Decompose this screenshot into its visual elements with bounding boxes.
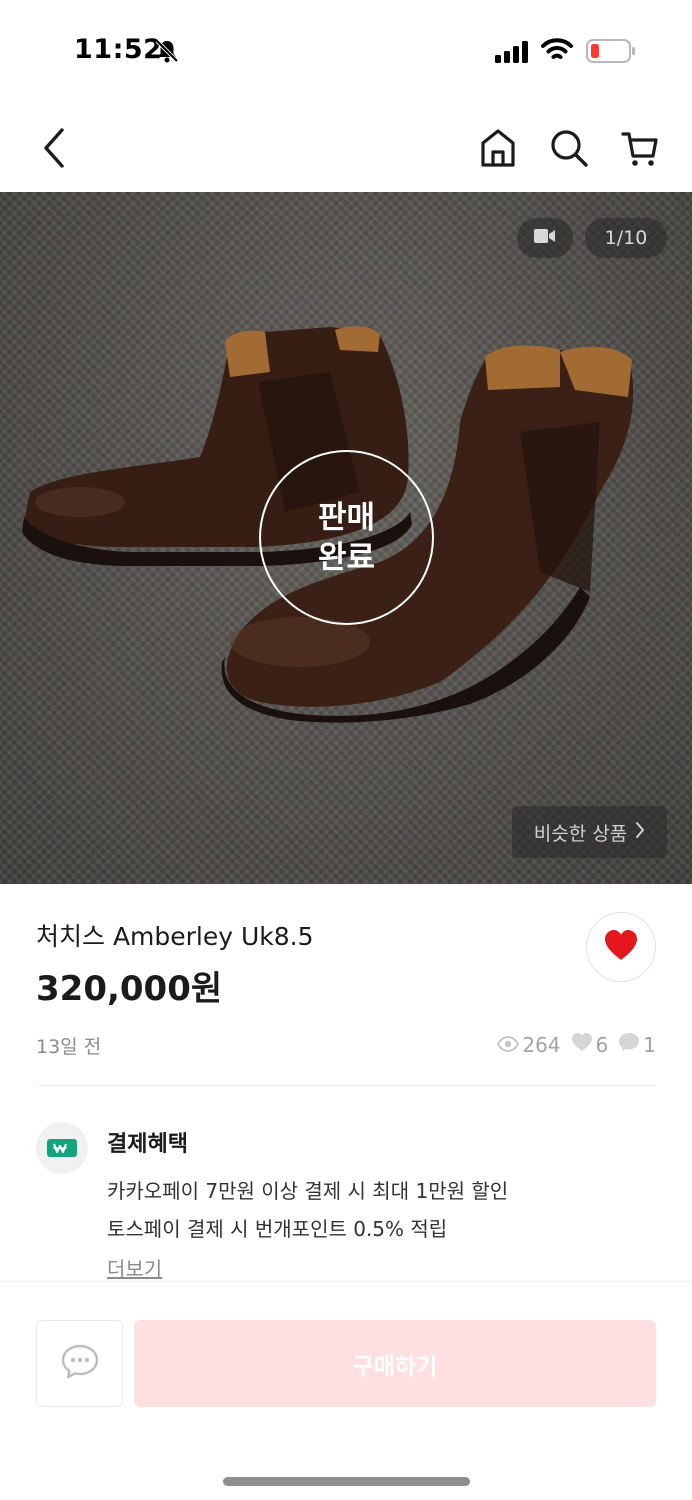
similar-products-button[interactable]: 비슷한 상품 [512,806,667,858]
section-divider [36,1085,656,1086]
view-count: 264 [497,1032,561,1057]
sold-out-label: 판매 완료 [317,499,376,576]
video-icon [534,228,556,248]
posted-time: 13일 전 [36,1036,102,1058]
search-icon[interactable] [548,126,590,174]
home-icon[interactable] [478,126,518,174]
product-title: 처치스 Amberley Uk8.5 [36,922,314,951]
status-bar: 11:52 [0,0,692,100]
buy-button[interactable]: 구매하기 [134,1320,656,1407]
back-arrow-icon[interactable] [38,126,72,174]
see-more-link[interactable]: 더보기 [107,1253,162,1282]
eye-icon [497,1033,520,1057]
battery-low-icon [586,39,636,67]
chat-count-value: 1 [643,1032,656,1057]
heart-icon [603,929,639,965]
status-time: 11:52 [74,34,163,65]
bell-off-icon [154,38,180,68]
pay-badge-icon [36,1122,88,1174]
cart-icon[interactable] [620,126,660,174]
video-button[interactable] [517,218,573,258]
image-page-indicator: 1/10 [585,218,667,258]
home-indicator[interactable] [223,1477,470,1486]
view-count-value: 264 [522,1032,561,1057]
like-count-value: 6 [595,1032,609,1057]
chat-bubble-icon [618,1032,640,1057]
signal-icon [495,41,531,67]
like-button[interactable] [586,912,656,982]
benefits-title: 결제혜택 [107,1132,188,1157]
product-image[interactable]: 1/10 판매 완료 비슷한 상품 [0,192,692,884]
chat-button[interactable] [36,1320,123,1407]
heart-outline-icon [571,1032,593,1057]
nav-bar [0,100,692,192]
chat-count: 1 [618,1032,656,1057]
like-count: 6 [571,1032,609,1057]
bottom-action-bar: 구매하기 [0,1281,692,1500]
benefit-line-tosspay: 토스페이 결제 시 번개포인트 0.5% 적립 [107,1217,448,1241]
product-price: 320,000원 [36,969,223,1009]
sold-out-overlay: 판매 완료 [259,450,434,625]
chat-icon [61,1344,99,1384]
chevron-right-icon [635,821,645,844]
similar-products-label: 비슷한 상품 [533,822,628,845]
product-stats: 264 6 1 [497,1032,656,1057]
benefit-line-kakaopay: 카카오페이 7만원 이상 결제 시 최대 1만원 할인 [107,1179,509,1203]
wifi-icon [541,38,573,66]
